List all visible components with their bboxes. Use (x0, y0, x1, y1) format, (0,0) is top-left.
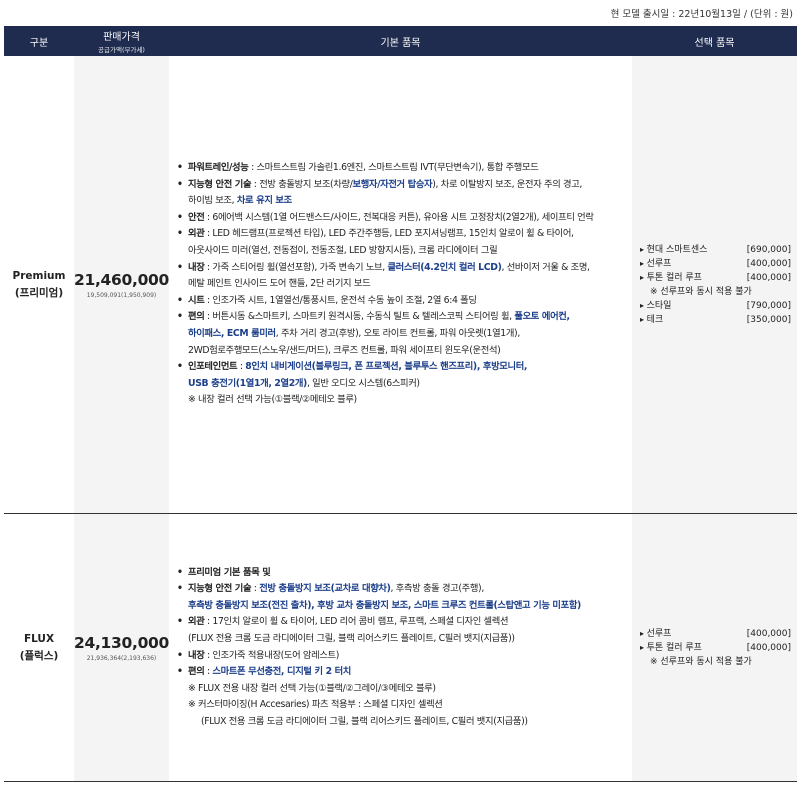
list-item: • 시트 : 인조가죽 시트, 1열열선/통풍시트, 운전석 수동 높이 조절, … (177, 294, 477, 306)
list-item: • 편의 : 버튼시동 &스마트키, 스마트키 원격시동, 수동식 틸트 & 텔레… (177, 311, 570, 356)
list-item: • 인포테인먼트 : 8인치 내비게이션(블루링크, 폰 프로젝션, 블루투스 핸… (177, 361, 528, 389)
release-date-note: 현 모델 출시일 : 22년10월13일 / (단위 : 원) (610, 9, 793, 20)
option-item: 투톤 컬러 루프[400,000] (640, 641, 791, 655)
trim-name-flux: FLUX (플럭스) (19, 633, 59, 662)
trim-name-premium: Premium (프리미엄) (12, 270, 66, 299)
option-item: 스타일[790,000] (640, 299, 791, 313)
customizing-detail: (FLUX 전용 크롬 도금 라디에이터 그릴, 블랙 리어스키드 플레이트, … (201, 715, 528, 727)
interior-color-note: ※ FLUX 전용 내장 컬러 선택 가능(①블랙/②그레이/③메테오 블루) (188, 682, 436, 694)
option-item: 테크[350,000] (640, 313, 791, 327)
header-basic-items: 기본 품목 (380, 37, 421, 49)
option-note: ※ 선루프와 동시 적용 불가 (650, 656, 752, 667)
price-flux: 24,130,000 21,936,364(2,193,636) (74, 514, 169, 781)
basic-items-flux: • 프리미엄 기본 품목 및 • 지능형 안전 기술 : 전방 충돌방지 보조(교차… (169, 514, 632, 781)
list-item: • 내장 : 가죽 스티어링 휠(열선포함), 가죽 변속기 노브, 클러스터(4… (177, 261, 590, 290)
price-main: 21,460,000 (73, 270, 170, 289)
option-note: ※ 선루프와 동시 적용 불가 (650, 286, 752, 297)
list-item: • 편의 : 스마트폰 무선충전, 디지털 키 2 터치 (177, 666, 351, 678)
option-item: 투톤 컬러 루프[400,000] (640, 271, 791, 285)
price-main: 24,130,000 (73, 633, 170, 652)
table-row-flux: FLUX (플럭스) 24,130,000 21,936,364(2,193,6… (4, 514, 797, 782)
list-item: • 외관 : 17인치 알로이 휠 & 타이어, LED 리어 콤비 램프, 루프… (177, 616, 515, 644)
option-items-flux: 선루프[400,000] 투톤 컬러 루프[400,000] ※ 선루프와 동시… (632, 514, 797, 781)
option-items-premium: 현대 스마트센스[690,000] 선루프[400,000] 투톤 컬러 루프[… (632, 56, 797, 513)
price-supply: 19,509,091(1,950,909) (86, 291, 157, 299)
header-option-items: 선택 품목 (694, 37, 735, 49)
list-item: • 안전 : 6에어백 시스템(1열 어드밴스드/사이드, 전복대응 커튼), 유… (177, 211, 594, 223)
basic-items-premium: • 파워트레인/성능 : 스마트스트림 가솔린1.6엔진, 스마트스트림 IVT(… (169, 56, 632, 513)
header-category: 구분 (29, 37, 49, 49)
price-premium: 21,460,000 19,509,091(1,950,909) (74, 56, 169, 513)
option-item: 선루프[400,000] (640, 257, 791, 271)
price-table: 구분 판매가격 공급가액(부가세) 기본 품목 선택 품목 Premium (프… (4, 26, 797, 782)
interior-color-note: ※ 내장 컬러 선택 가능(①블랙/②메테오 블루) (188, 394, 357, 406)
customizing-note: ※ 커스터마이징(H Accesaries) 파츠 적용부 : 스페셜 디자인 … (188, 699, 443, 711)
price-supply: 21,936,364(2,193,636) (86, 654, 157, 662)
header-price-sub: 공급가액(부가세) (98, 46, 145, 54)
header-price: 판매가격 공급가액(부가세) (98, 32, 145, 54)
list-item: • 외관 : LED 헤드램프(프로젝션 타입), LED 주간주행등, LED … (177, 228, 574, 257)
list-item: • 프리미엄 기본 품목 및 (177, 566, 271, 578)
list-item: • 지능형 안전 기술 : 전방 충돌방지 보조(차량/보행자/자전거 탑승자),… (177, 178, 583, 207)
option-item: 선루프[400,000] (640, 627, 791, 641)
list-item: • 파워트레인/성능 : 스마트스트림 가솔린1.6엔진, 스마트스트림 IVT(… (177, 162, 539, 174)
table-header: 구분 판매가격 공급가액(부가세) 기본 품목 선택 품목 (4, 26, 797, 56)
list-item: • 내장 : 인조가죽 적용내장(도어 암레스트) (177, 649, 340, 661)
option-item: 현대 스마트센스[690,000] (640, 243, 791, 257)
list-item: • 지능형 안전 기술 : 전방 충돌방지 보조(교차로 대향차), 후측방 충돌… (177, 583, 581, 611)
table-row-premium: Premium (프리미엄) 21,460,000 19,509,091(1,9… (4, 56, 797, 514)
